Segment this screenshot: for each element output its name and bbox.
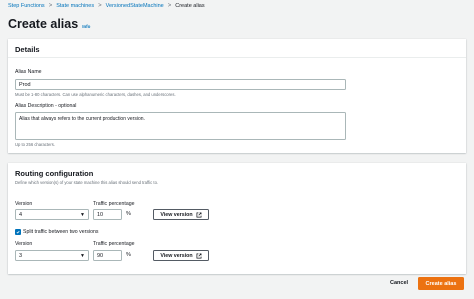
breadcrumb-versioned-state-machine[interactable]: VersionedStateMachine	[106, 3, 164, 9]
split-traffic-label: Split traffic between two versions	[23, 229, 99, 235]
routing-panel: Routing configuration Define which versi…	[8, 163, 466, 274]
version-select-1-value: 4	[19, 211, 23, 218]
breadcrumb-separator: >	[48, 3, 53, 9]
details-panel: Details Alias Name Prod Must be 1-80 cha…	[8, 39, 466, 153]
view-version-button-2[interactable]: View version	[153, 250, 209, 261]
breadcrumb: Step Functions > State machines > Versio…	[8, 3, 205, 9]
check-icon	[16, 230, 20, 234]
page-title-row: Create alias Info	[8, 17, 90, 31]
alias-name-input[interactable]: Prod	[15, 79, 346, 90]
cancel-button[interactable]: Cancel	[390, 280, 408, 286]
create-alias-button[interactable]: Create alias	[418, 277, 464, 290]
breadcrumb-separator: >	[98, 3, 102, 9]
alias-description-hint: Up to 256 characters.	[15, 142, 56, 147]
version-select-1[interactable]: 4 ▼	[15, 209, 89, 220]
alias-name-hint: Must be 1-80 characters. Can use alphanu…	[15, 92, 176, 97]
caret-down-icon: ▼	[80, 252, 85, 259]
percent-sign: %	[126, 211, 131, 217]
traffic-percentage-label: Traffic percentage	[93, 201, 135, 207]
external-link-icon	[196, 212, 202, 217]
view-version-label: View version	[160, 211, 193, 218]
alias-description-label: Alias Description - optional	[15, 103, 77, 109]
details-header: Details	[8, 39, 466, 58]
breadcrumb-separator: >	[167, 3, 172, 9]
breadcrumb-state-machines[interactable]: State machines	[56, 3, 94, 9]
view-version-label: View version	[160, 252, 193, 259]
routing-header: Routing configuration	[15, 169, 94, 178]
alias-description-textarea[interactable]: Alias that always refers to the current …	[15, 112, 346, 140]
percent-sign: %	[126, 252, 131, 258]
traffic-percentage-label: Traffic percentage	[93, 241, 135, 247]
breadcrumb-step-functions[interactable]: Step Functions	[8, 3, 45, 9]
traffic-percentage-input-2[interactable]: 90	[93, 250, 122, 261]
info-link[interactable]: Info	[82, 24, 90, 29]
page-title: Create alias	[8, 17, 79, 31]
routing-subtitle: Define which version(s) of your state ma…	[15, 180, 159, 185]
alias-name-label: Alias Name	[15, 69, 42, 75]
version-select-2-value: 3	[19, 252, 23, 259]
caret-down-icon: ▼	[80, 211, 85, 218]
view-version-button-1[interactable]: View version	[153, 209, 209, 220]
version-select-2[interactable]: 3 ▼	[15, 250, 89, 261]
breadcrumb-current: Create alias	[175, 3, 205, 9]
version-label: Version	[15, 201, 33, 207]
traffic-percentage-input-1[interactable]: 10	[93, 209, 122, 220]
external-link-icon	[196, 253, 202, 258]
split-traffic-checkbox[interactable]	[15, 229, 21, 235]
version-label: Version	[15, 241, 33, 247]
